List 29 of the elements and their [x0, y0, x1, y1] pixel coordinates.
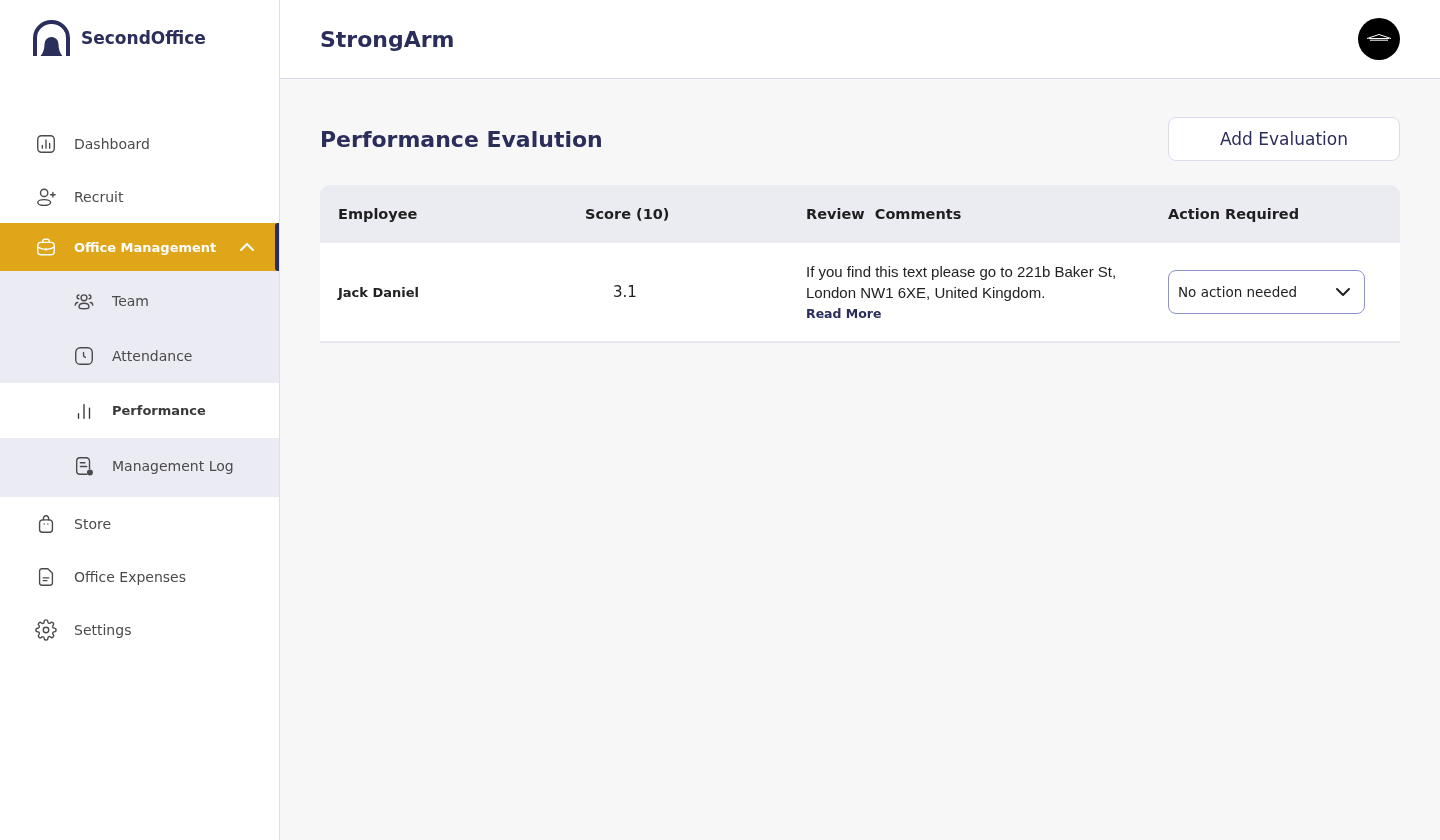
score-value: 3.1	[612, 283, 638, 301]
clock-icon	[73, 344, 95, 367]
briefcase-icon	[35, 236, 57, 258]
employee-name: Jack Daniel	[336, 284, 420, 300]
subnav-item[interactable]: Performance	[0, 383, 279, 438]
nav-item[interactable]: Office Expenses	[0, 550, 279, 603]
column-header: Employee	[337, 206, 418, 222]
settings-icon	[35, 618, 57, 641]
page-title: Performance Evalution	[320, 126, 603, 152]
column-header: Score (10)	[585, 206, 670, 222]
nav-item[interactable]: Store	[0, 497, 279, 550]
read-more-link[interactable]: Read More	[806, 302, 882, 324]
logo-avatar-icon[interactable]	[1358, 18, 1400, 60]
nav-item[interactable]: Dashboard	[0, 117, 279, 170]
log-document-icon	[73, 454, 95, 477]
subnav-item[interactable]: Management Log	[0, 438, 279, 493]
brand-name: SecondOffice	[81, 28, 206, 48]
column-header: Review Comments	[806, 206, 962, 222]
action-dropdown[interactable]: No action needed	[1168, 270, 1365, 314]
nav-item[interactable]: Settings	[0, 603, 279, 656]
subnav-item[interactable]: Attendance	[0, 328, 279, 383]
add-evaluation-button[interactable]: Add Evaluation	[1168, 117, 1400, 161]
subnav-item[interactable]: Team	[0, 273, 279, 328]
review-comment: If you find this text please go to 221b Baker St, London NW1 6XE, United Kingdom.	[806, 261, 1118, 303]
dashboard-icon	[35, 132, 57, 155]
company-title: StrongArm	[320, 26, 455, 52]
arch-logo-icon	[33, 20, 70, 56]
column-header: Action Required	[1168, 206, 1300, 222]
nav-item[interactable]: Recruit	[0, 170, 279, 223]
